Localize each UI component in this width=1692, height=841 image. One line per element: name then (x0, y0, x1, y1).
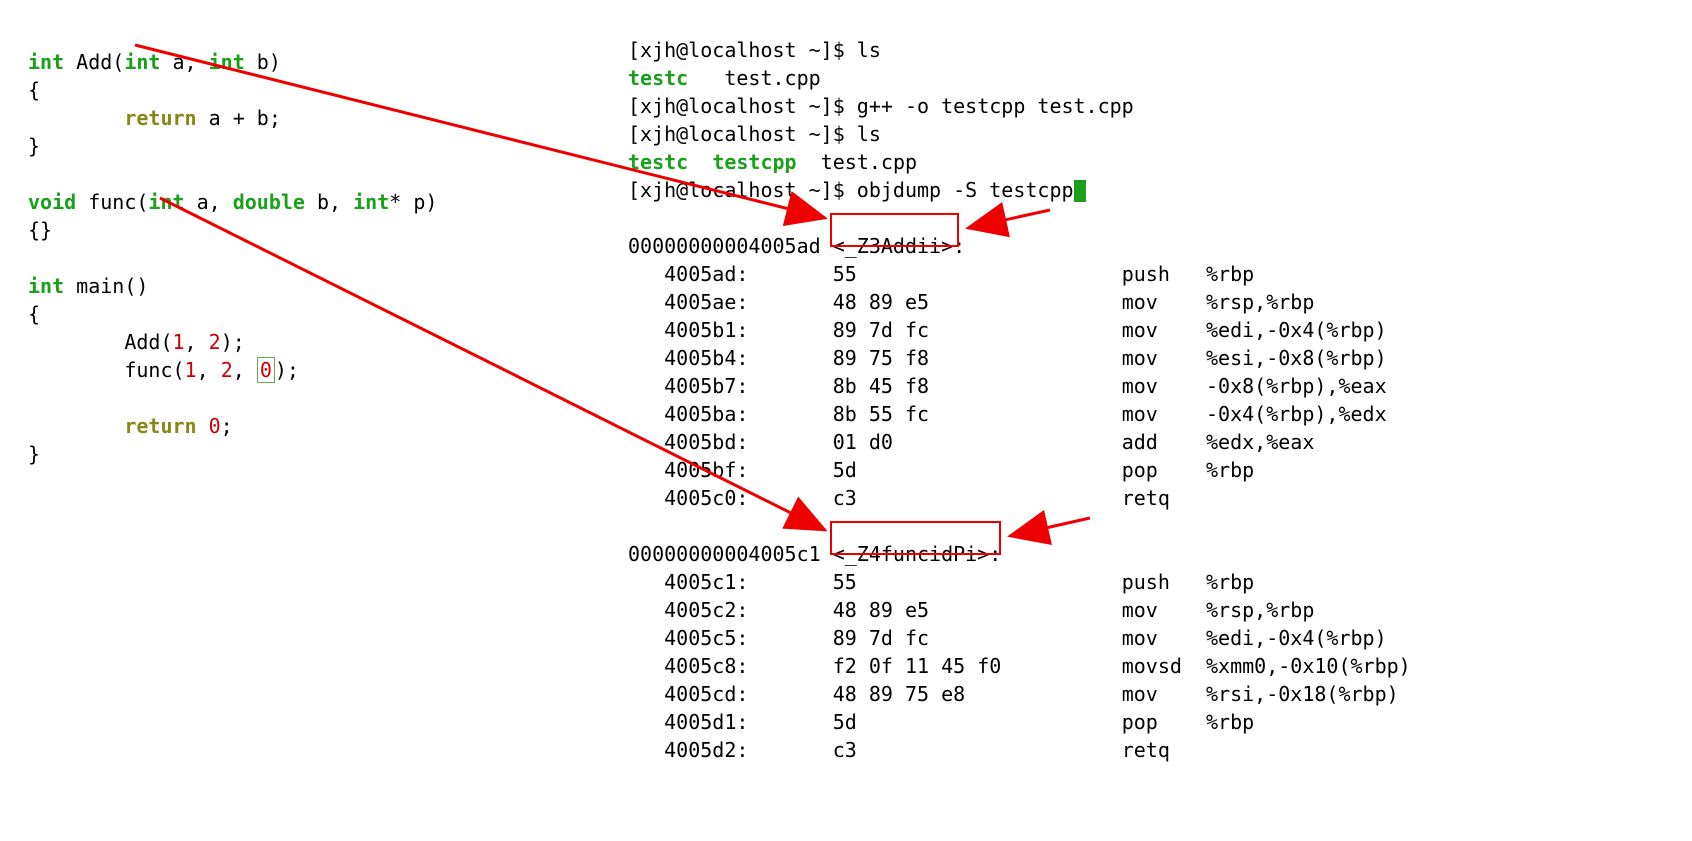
cursor-icon (1074, 180, 1086, 202)
exec-file: testcpp (712, 150, 796, 174)
code-line: func(1, 2, 0); (28, 357, 299, 383)
code-line: int main() (28, 274, 148, 298)
highlight-box-add-symbol (830, 213, 959, 247)
literal: 2 (209, 330, 221, 354)
source-code-pane: int Add(int a, int b) { return a + b; } … (28, 20, 437, 468)
disasm-row: 4005d1: 5d pop %rbp (628, 710, 1254, 734)
kw-double: double (233, 190, 305, 214)
kw-return: return (124, 106, 196, 130)
kw-return: return (124, 414, 196, 438)
disasm-row: 4005c2: 48 89 e5 mov %rsp,%rbp (628, 598, 1314, 622)
code-line: {} (28, 218, 52, 242)
term-line: [xjh@localhost ~]$ objdump -S testcpp (628, 178, 1086, 202)
disasm-row: 4005bd: 01 d0 add %edx,%eax (628, 430, 1314, 454)
code-line: { (28, 302, 40, 326)
kw-int: int (209, 50, 245, 74)
code-line: void func(int a, double b, int* p) (28, 190, 437, 214)
disasm-row: 4005b4: 89 75 f8 mov %esi,-0x8(%rbp) (628, 346, 1387, 370)
literal: 1 (173, 330, 185, 354)
disasm-row: 4005bf: 5d pop %rbp (628, 458, 1254, 482)
kw-int: int (124, 50, 160, 74)
terminal-pane: [xjh@localhost ~]$ ls testc test.cpp [xj… (628, 8, 1411, 764)
disasm-row: 4005cd: 48 89 75 e8 mov %rsi,-0x18(%rbp) (628, 682, 1399, 706)
disasm-row: 4005b7: 8b 45 f8 mov -0x8(%rbp),%eax (628, 374, 1387, 398)
code-line: int Add(int a, int b) (28, 50, 281, 74)
disasm-row: 4005ad: 55 push %rbp (628, 262, 1254, 286)
disasm-row: 4005ba: 8b 55 fc mov -0x4(%rbp),%edx (628, 402, 1387, 426)
disasm-row: 4005c0: c3 retq (628, 486, 1206, 510)
literal: 0 (209, 414, 221, 438)
disasm-row: 4005d2: c3 retq (628, 738, 1206, 762)
kw-void: void (28, 190, 76, 214)
code-line: } (28, 134, 40, 158)
term-line: testc test.cpp (628, 66, 821, 90)
disasm-row: 4005ae: 48 89 e5 mov %rsp,%rbp (628, 290, 1314, 314)
term-line: [xjh@localhost ~]$ ls (628, 122, 881, 146)
term-line: testc testcpp test.cpp (628, 150, 917, 174)
literal: 1 (185, 358, 197, 382)
term-line: [xjh@localhost ~]$ ls (628, 38, 881, 62)
kw-int: int (148, 190, 184, 214)
disasm-row: 4005b1: 89 7d fc mov %edi,-0x4(%rbp) (628, 318, 1387, 342)
code-line: return a + b; (28, 106, 281, 130)
disasm-row: 4005c5: 89 7d fc mov %edi,-0x4(%rbp) (628, 626, 1387, 650)
literal: 2 (221, 358, 233, 382)
kw-int: int (28, 274, 64, 298)
code-line: } (28, 442, 40, 466)
disasm-row: 4005c1: 55 push %rbp (628, 570, 1254, 594)
literal-zero-boxed: 0 (257, 357, 275, 383)
term-line: [xjh@localhost ~]$ g++ -o testcpp test.c… (628, 94, 1134, 118)
highlight-box-func-symbol (830, 521, 1001, 555)
disasm-row: 4005c8: f2 0f 11 45 f0 movsd %xmm0,-0x10… (628, 654, 1411, 678)
code-line: Add(1, 2); (28, 330, 245, 354)
exec-file: testc (628, 150, 688, 174)
exec-file: testc (628, 66, 688, 90)
code-line: return 0; (28, 414, 233, 438)
code-line: { (28, 78, 40, 102)
kw-int: int (28, 50, 64, 74)
kw-int-ptr: int (353, 190, 389, 214)
